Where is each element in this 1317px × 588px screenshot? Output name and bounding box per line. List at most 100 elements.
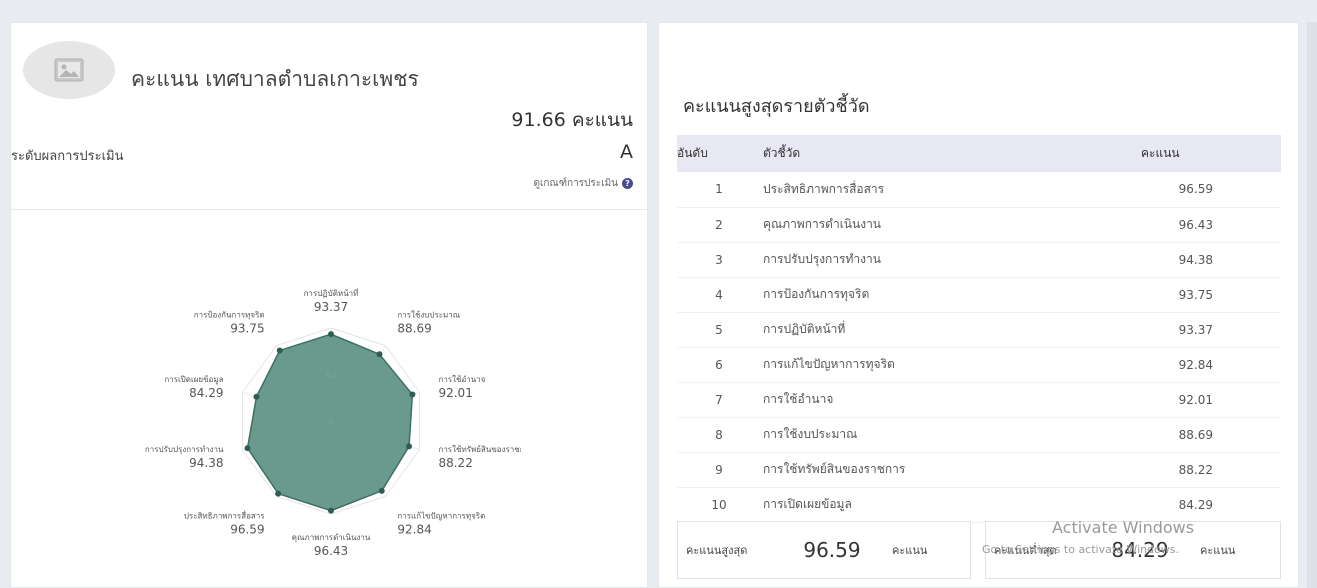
header-indicator: ตัวชี้วัด <box>761 135 1141 172</box>
min-score-label: คะแนนต่ำสุด <box>994 544 1057 557</box>
radar-point <box>378 487 385 494</box>
radar-point <box>244 445 251 452</box>
total-score-value: 91.66 <box>511 109 566 131</box>
radar-value-label: 84.29 <box>189 386 223 400</box>
radar-axis-label: การปฏิบัติหน้าที่ <box>304 287 359 298</box>
radar-point <box>406 443 413 450</box>
row-indicator: การปฏิบัติหน้าที่ <box>763 322 846 336</box>
table-row: 6 การแก้ไขปัญหาการทุจริต 92.84 <box>677 347 1281 382</box>
radar-axis-label: การใช้ทรัพย์สินของราชการ <box>438 444 521 454</box>
max-score-value: 96.59 <box>803 538 861 562</box>
max-score-unit: คะแนน <box>892 544 928 557</box>
row-indicator: การใช้งบประมาณ <box>763 427 858 441</box>
assessment-level-grade: A <box>620 141 633 163</box>
radar-point <box>253 393 260 400</box>
min-score-unit: คะแนน <box>1200 544 1236 557</box>
row-score: 94.38 <box>1178 252 1213 267</box>
radar-axis-label: การเปิดเผยข้อมูล <box>164 375 223 385</box>
image-placeholder-icon <box>23 41 115 99</box>
radar-point <box>376 351 383 358</box>
table-row: 1 ประสิทธิภาพการสื่อสาร 96.59 <box>677 172 1281 207</box>
row-indicator: การเปิดเผยข้อมูล <box>763 497 852 511</box>
radar-value-label: 96.43 <box>314 544 348 558</box>
criteria-link-label[interactable]: ดูเกณฑ์การประเมิน <box>533 176 618 191</box>
page-scrollbar[interactable] <box>1307 22 1317 588</box>
row-score: 88.69 <box>1178 427 1213 442</box>
header-score: คะแนน <box>1141 135 1281 172</box>
row-score: 92.01 <box>1178 392 1213 407</box>
organization-title: คะแนน เทศบาลตำบลเกาะเพชร <box>131 67 419 91</box>
row-indicator: การใช้อำนาจ <box>763 392 834 406</box>
row-rank: 9 <box>715 462 723 477</box>
row-score: 84.29 <box>1178 497 1213 512</box>
radar-value-label: 96.59 <box>230 522 264 536</box>
table-row: 9 การใช้ทรัพย์สินของราชการ 88.22 <box>677 452 1281 487</box>
row-indicator: ประสิทธิภาพการสื่อสาร <box>763 181 885 196</box>
row-indicator: การปรับปรุงการทำงาน <box>763 252 881 266</box>
radar-tick-label: 50 <box>326 372 336 381</box>
min-score-box: คะแนนต่ำสุด 84.29 คะแนน <box>985 521 1281 579</box>
radar-point <box>328 331 334 338</box>
radar-value-label: 88.22 <box>438 456 472 470</box>
row-score: 96.59 <box>1178 182 1213 197</box>
table-row: 4 การป้องกันการทุจริต 93.75 <box>677 277 1281 312</box>
row-score: 93.75 <box>1178 287 1213 302</box>
ranking-table-header: อันดับ ตัวชี้วัด คะแนน <box>677 135 1281 172</box>
row-score: 96.43 <box>1178 217 1213 232</box>
row-indicator: การใช้ทรัพย์สินของราชการ <box>763 462 906 476</box>
row-rank: 7 <box>715 392 723 407</box>
row-rank: 6 <box>715 357 723 372</box>
radar-value-label: 92.01 <box>438 386 472 400</box>
row-rank: 3 <box>715 252 723 267</box>
radar-point <box>276 347 283 354</box>
radar-value-label: 93.37 <box>314 300 348 314</box>
radar-value-label: 93.75 <box>230 322 264 336</box>
row-rank: 2 <box>715 217 723 232</box>
row-rank: 4 <box>715 287 723 302</box>
header-rank: อันดับ <box>677 135 761 172</box>
radar-axis-label: การใช้อำนาจ <box>438 375 485 384</box>
radar-point <box>409 391 416 398</box>
top-indicators-card: คะแนนสูงสุดรายตัวชี้วัด อันดับ ตัวชี้วัด… <box>658 22 1299 588</box>
radar-axis-label: คุณภาพการดำเนินงาน <box>292 533 371 542</box>
table-row: 10 การเปิดเผยข้อมูล 84.29 <box>677 487 1281 522</box>
max-score-label: คะแนนสูงสุด <box>686 544 748 557</box>
radar-value-label: 88.69 <box>397 322 431 336</box>
table-row: 5 การปฏิบัติหน้าที่ 93.37 <box>677 312 1281 347</box>
total-score-unit: คะแนน <box>571 109 633 131</box>
max-score-box: คะแนนสูงสุด 96.59 คะแนน <box>677 521 971 579</box>
row-indicator: คุณภาพการดำเนินงาน <box>763 217 882 231</box>
question-circle-icon[interactable]: ? <box>622 178 633 189</box>
min-score-value: 84.29 <box>1111 538 1169 562</box>
radar-value-label: 94.38 <box>189 456 223 470</box>
radar-axis-label: การปรับปรุงการทำงาน <box>145 445 224 454</box>
radar-axis-label: การแก้ไขปัญหาการทุจริต <box>397 511 485 520</box>
radar-value-label: 92.84 <box>397 522 431 536</box>
radar-point <box>328 507 334 514</box>
section-divider <box>11 209 647 210</box>
total-score: 91.66 คะแนน <box>511 105 633 135</box>
row-score: 93.37 <box>1178 322 1213 337</box>
ranking-table: อันดับ ตัวชี้วัด คะแนน 1 ประสิทธิภาพการส… <box>677 135 1281 523</box>
row-rank: 5 <box>715 322 723 337</box>
criteria-link[interactable]: ดูเกณฑ์การประเมิน ? <box>533 176 633 191</box>
row-rank: 8 <box>715 427 723 442</box>
radar-tick-label: 0 <box>328 418 333 427</box>
radar-chart: 0 50 การปฏิบัติหน้าที่ 93.37 การใช้งบประมาณ 8… <box>145 287 521 558</box>
row-rank: 10 <box>711 497 727 512</box>
radar-axis-label: ประสิทธิภาพการสื่อสาร <box>184 509 265 520</box>
radar-axis-label: การป้องกันการทุจริต <box>194 311 265 320</box>
radar-axis-label: การใช้งบประมาณ <box>397 311 460 320</box>
table-row: 7 การใช้อำนาจ 92.01 <box>677 382 1281 417</box>
table-row: 8 การใช้งบประมาณ 88.69 <box>677 417 1281 452</box>
organization-score-card: คะแนน เทศบาลตำบลเกาะเพชร 91.66 คะแนน ระด… <box>10 22 648 588</box>
assessment-level-label: ระดับผลการประเมิน <box>11 149 124 164</box>
table-row: 3 การปรับปรุงการทำงาน 94.38 <box>677 242 1281 277</box>
row-indicator: การแก้ไขปัญหาการทุจริต <box>763 357 895 371</box>
row-score: 92.84 <box>1178 357 1213 372</box>
radar-point <box>275 490 282 497</box>
top-indicators-title: คะแนนสูงสุดรายตัวชี้วัด <box>683 96 870 117</box>
row-score: 88.22 <box>1178 462 1213 477</box>
row-rank: 1 <box>715 182 723 197</box>
row-indicator: การป้องกันการทุจริต <box>763 287 870 301</box>
